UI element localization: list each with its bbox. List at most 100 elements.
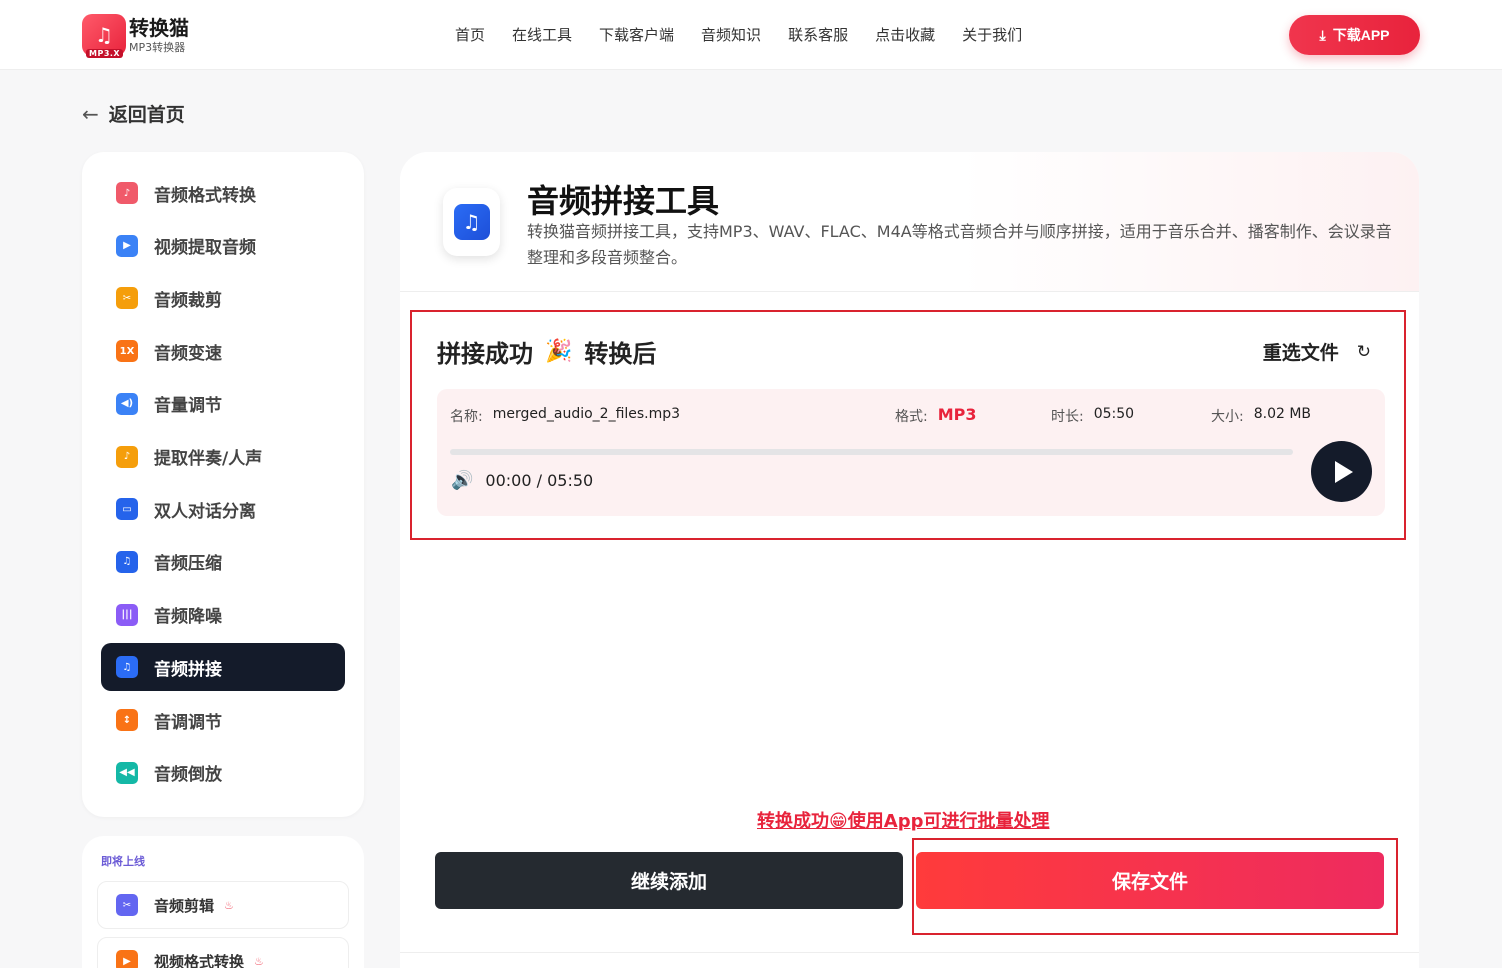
sidebar-item-dialog[interactable]: ▭ 双人对话分离 [101,485,345,533]
playback-progress-bar[interactable] [450,449,1293,455]
dialog-icon: ▭ [116,498,138,521]
upcoming-item-video[interactable]: ▶ 视频格式转换 ♨ [97,937,349,968]
sidebar-item-label: 音频降噪 [154,607,222,628]
continue-add-button[interactable]: 继续添加 [435,852,903,909]
sidebar-item-label: 音调调节 [154,712,222,733]
time-text: 00:00 / 05:50 [485,471,594,490]
volume-icon: ◀) [116,392,138,415]
scissors-icon: ✂ [116,894,138,916]
play-icon [1335,460,1353,483]
sidebar-item-label: 音频拼接 [154,659,222,680]
sidebar-item-compress[interactable]: ♫ 音频压缩 [101,538,345,586]
pitch-icon: ↕ [116,709,138,731]
sidebar-item-audio-format[interactable]: ♪ 音频格式转换 [101,169,345,217]
file-duration: 时长: 05:50 [1051,406,1134,426]
sidebar-item-pitch[interactable]: ↕ 音调调节 [101,696,345,744]
file-size-value: 8.02 MB [1253,406,1312,422]
time-display: 🔊 00:00 / 05:50 [451,470,593,491]
sidebar-item-label: 音频压缩 [154,554,222,575]
reselect-file-button[interactable]: 重选文件 ↻ [1263,338,1371,365]
download-app-button[interactable]: ⤓ 下载APP [1289,15,1420,55]
nav-contact-support[interactable]: 联系客服 [788,24,848,45]
tool-title: 音频拼接工具 [527,182,720,220]
vocal-extract-icon: ♪ [116,445,138,468]
upcoming-item-label: 音频剪辑 [154,896,215,915]
reselect-label: 重选文件 [1262,342,1339,364]
volume-icon[interactable]: 🔊 [451,470,473,491]
sidebar-item-merge[interactable]: ♫ 音频拼接 [101,643,345,692]
compress-icon: ♫ [116,550,138,573]
sidebar-item-label: 视频提取音频 [154,238,256,259]
merge-icon: ♫ [116,656,138,679]
logo-title: 转换猫 [129,15,189,40]
fire-icon: ♨ [254,954,264,968]
file-duration-value: 05:50 [1093,406,1135,422]
sidebar-item-video-extract[interactable]: ▶ 视频提取音频 [101,222,345,270]
arrow-left-icon: ← [82,101,99,126]
sidebar-item-reverse[interactable]: ◀◀ 音频倒放 [101,749,345,797]
fire-icon: ♨ [224,898,234,912]
download-app-label: 下载APP [1332,27,1390,43]
batch-app-promo-link[interactable]: 转换成功😁使用App可进行批量处理 [757,807,1049,833]
nav-online-tools[interactable]: 在线工具 [512,24,572,45]
upcoming-title: 即将上线 [101,855,145,868]
back-home-link[interactable]: ← 返回首页 [82,100,185,127]
file-format-value: MP3 [937,405,977,424]
refresh-icon: ↻ [1356,341,1371,362]
sidebar-item-label: 音量调节 [154,396,222,417]
nav-audio-knowledge[interactable]: 音频知识 [701,24,761,45]
audio-speed-icon: 1X [116,340,138,363]
sidebar-item-volume[interactable]: ◀) 音量调节 [101,380,345,428]
tool-sidebar: ♪ 音频格式转换 ▶ 视频提取音频 ✂ 音频裁剪 1X 音频变速 ◀) 音量调节 ♪ 提取伴奏/人声 ▭… [82,152,364,817]
sidebar-item-audio-cut[interactable]: ✂ 音频裁剪 [101,274,345,322]
tool-icon: ♫ [443,188,500,256]
result-title: 拼接成功 🎉 转换后 [437,334,656,369]
sidebar-item-vocal-extract[interactable]: ♪ 提取伴奏/人声 [101,433,345,481]
denoise-icon: ||| [116,603,138,626]
panel-divider [400,952,1419,968]
sidebar-item-label: 提取伴奏/人声 [154,449,263,469]
audio-player-card: 名称: merged_audio_2_files.mp3 格式: MP3 时长:… [437,389,1385,516]
nav-download-client[interactable]: 下载客户端 [599,24,674,45]
result-subtitle: 转换后 [584,340,657,368]
audio-cut-icon: ✂ [116,287,138,310]
sidebar-item-audio-speed[interactable]: 1X 音频变速 [101,327,345,375]
top-header: ♫ MP3.X 转换猫 MP3转换器 首页 在线工具 下载客户端 音频知识 联系客… [0,0,1502,70]
back-home-label: 返回首页 [108,104,185,126]
download-icon: ⤓ [1319,26,1326,43]
logo-badge-text: MP3.X [86,49,124,58]
logo-subtitle: MP3转换器 [129,40,186,54]
file-size-label: 大小: [1211,409,1244,425]
sidebar-item-denoise[interactable]: ||| 音频降噪 [101,591,345,639]
sidebar-item-label: 音频格式转换 [154,185,256,206]
file-size: 大小: 8.02 MB [1211,406,1311,426]
sidebar-item-label: 音频倒放 [154,765,222,786]
file-name-value: merged_audio_2_files.mp3 [492,406,681,422]
merge-music-icon: ♫ [453,204,490,240]
save-file-button[interactable]: 保存文件 [916,852,1384,909]
main-panel: ♫ 音频拼接工具 转换猫音频拼接工具，支持MP3、WAV、FLAC、M4A等格式… [400,152,1419,968]
upcoming-item-scissors[interactable]: ✂ 音频剪辑 ♨ [97,881,349,929]
file-name: 名称: merged_audio_2_files.mp3 [450,406,680,426]
audio-format-icon: ♪ [116,182,138,204]
upcoming-panel: 即将上线 ✂ 音频剪辑 ♨ ▶ 视频格式转换 ♨ [82,836,364,968]
file-name-label: 名称: [450,409,483,425]
sidebar-item-label: 音频变速 [154,343,222,364]
music-note-icon: ♫ MP3.X [82,14,126,58]
nav-about-us[interactable]: 关于我们 [962,24,1022,45]
main-nav: 首页 在线工具 下载客户端 音频知识 联系客服 点击收藏 关于我们 [455,24,1049,45]
video-extract-icon: ▶ [116,234,138,257]
party-popper-icon: 🎉 [545,339,573,364]
file-duration-label: 时长: [1051,409,1084,425]
logo[interactable]: ♫ MP3.X 转换猫 MP3转换器 [82,14,189,58]
nav-home[interactable]: 首页 [455,24,485,45]
upcoming-item-label: 视频格式转换 [154,952,245,968]
result-status: 拼接成功 [437,340,533,368]
tool-hero: ♫ 音频拼接工具 转换猫音频拼接工具，支持MP3、WAV、FLAC、M4A等格式… [400,152,1419,292]
sidebar-item-label: 双人对话分离 [154,501,256,522]
sidebar-item-label: 音频裁剪 [154,290,222,311]
file-format: 格式: MP3 [895,405,977,426]
nav-bookmark[interactable]: 点击收藏 [875,24,935,45]
file-format-label: 格式: [895,409,928,425]
play-button[interactable] [1311,441,1372,502]
